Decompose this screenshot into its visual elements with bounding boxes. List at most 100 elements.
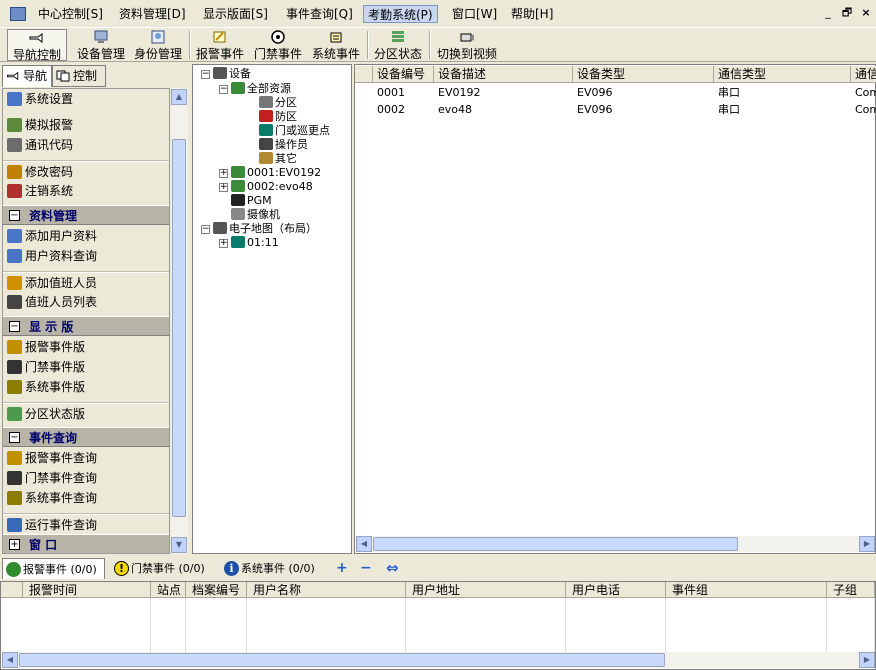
- table-row[interactable]: 0001 EV0192 EV096 串口 Com: [355, 84, 876, 101]
- device-grid-hscrollbar[interactable]: ◀ ▶: [356, 536, 875, 552]
- nav-scrollbar[interactable]: ▲ ▼: [171, 88, 188, 554]
- nav-item-2[interactable]: 通讯代码: [3, 135, 169, 155]
- nav-item-16[interactable]: 报警事件查询: [3, 448, 169, 468]
- collapse-icon[interactable]: −: [201, 225, 210, 234]
- alarm-event-button[interactable]: 报警事件: [193, 29, 247, 61]
- nav-item-6[interactable]: 添加用户资料: [3, 226, 169, 246]
- menu-help[interactable]: 帮助[H]: [507, 5, 557, 23]
- expand-icon[interactable]: +: [219, 183, 228, 192]
- expand-icon[interactable]: +: [9, 539, 20, 550]
- run-query-icon: [7, 518, 22, 532]
- nav-label: 系统事件查询: [25, 491, 98, 505]
- column-header[interactable]: 报警时间: [23, 582, 151, 598]
- collapse-icon[interactable]: −: [9, 432, 20, 443]
- column-header[interactable]: 设备编号: [373, 66, 434, 83]
- tree-node[interactable]: 分区: [259, 96, 297, 110]
- tab-system-events[interactable]: i 系统事件 (0/0): [221, 558, 325, 579]
- nav-item-18[interactable]: 系统事件查询: [3, 488, 169, 508]
- collapse-icon[interactable]: −: [201, 70, 210, 79]
- nav-group-10[interactable]: − 显 示 版: [3, 316, 169, 336]
- collapse-icon[interactable]: −: [219, 85, 228, 94]
- nav-item-19[interactable]: 运行事件查询: [3, 514, 169, 534]
- column-header[interactable]: 站点: [151, 582, 186, 598]
- switch-to-video-button[interactable]: 切换到视频: [434, 29, 500, 61]
- scroll-left-arrow-icon[interactable]: ◀: [356, 536, 372, 552]
- column-header[interactable]: 用户电话: [566, 582, 666, 598]
- nav-item-11[interactable]: 报警事件版: [3, 337, 169, 357]
- tree-node[interactable]: 门或巡更点: [259, 124, 330, 138]
- nav-item-12[interactable]: 门禁事件版: [3, 357, 169, 377]
- add-button[interactable]: +: [336, 560, 348, 576]
- tree-node[interactable]: 0002:evo48: [231, 180, 313, 194]
- identity-management-button[interactable]: 身份管理: [131, 29, 185, 61]
- scroll-left-arrow-icon[interactable]: ◀: [2, 652, 18, 668]
- swap-button[interactable]: ⇔: [386, 559, 399, 577]
- nav-group-20[interactable]: + 窗 口: [3, 534, 169, 553]
- app-icon[interactable]: [10, 7, 26, 21]
- minimize-button[interactable]: _: [822, 6, 834, 20]
- nav-group-5[interactable]: − 资料管理: [3, 205, 169, 225]
- column-header[interactable]: 设备类型: [573, 66, 714, 83]
- event-grid-hscrollbar[interactable]: ◀ ▶: [2, 652, 875, 668]
- device-grid-scroll-thumb[interactable]: [373, 537, 738, 551]
- scroll-up-arrow-icon[interactable]: ▲: [171, 89, 187, 105]
- tree-node[interactable]: 01:11: [231, 236, 279, 250]
- tree-node[interactable]: 全部资源: [231, 82, 291, 96]
- menu-data-management[interactable]: 资料管理[D]: [115, 5, 190, 23]
- column-header[interactable]: 设备描述: [434, 66, 573, 83]
- nav-item-0[interactable]: 系统设置: [3, 89, 169, 109]
- nav-item-4[interactable]: 注销系统: [3, 181, 169, 201]
- tab-control[interactable]: 控制: [52, 65, 106, 87]
- nav-item-17[interactable]: 门禁事件查询: [3, 468, 169, 488]
- device-management-button[interactable]: 设备管理: [74, 29, 128, 61]
- column-header[interactable]: 子组: [827, 582, 875, 598]
- nav-item-13[interactable]: 系统事件版: [3, 377, 169, 397]
- nav-item-9[interactable]: 值班人员列表: [3, 292, 169, 312]
- menu-event-query[interactable]: 事件查询[Q]: [282, 5, 357, 23]
- menu-window[interactable]: 窗口[W]: [448, 5, 501, 23]
- tree-node[interactable]: 设备: [213, 67, 251, 81]
- tree-node[interactable]: 防区: [259, 110, 297, 124]
- remove-button[interactable]: −: [360, 560, 372, 576]
- zone-status-button[interactable]: 分区状态: [371, 29, 425, 61]
- tab-door-events[interactable]: ! 门禁事件 (0/0): [111, 558, 215, 579]
- menu-display-layout[interactable]: 显示版面[S]: [199, 5, 272, 23]
- column-header[interactable]: 通信类型: [714, 66, 851, 83]
- event-grid-scroll-thumb[interactable]: [19, 653, 665, 667]
- nav-scroll-thumb[interactable]: [172, 139, 186, 517]
- collapse-icon[interactable]: −: [9, 210, 20, 221]
- door-event-button[interactable]: 门禁事件: [251, 29, 305, 61]
- tree-node[interactable]: 电子地图（布局）: [213, 222, 317, 236]
- expand-icon[interactable]: +: [219, 169, 228, 178]
- nav-group-15[interactable]: − 事件查询: [3, 427, 169, 447]
- scroll-right-arrow-icon[interactable]: ▶: [859, 536, 875, 552]
- tree-node[interactable]: 其它: [259, 152, 297, 166]
- menu-attendance[interactable]: 考勤系统(P): [363, 5, 438, 23]
- scroll-right-arrow-icon[interactable]: ▶: [859, 652, 875, 668]
- column-header[interactable]: 用户名称: [247, 582, 406, 598]
- system-event-button[interactable]: 系统事件: [309, 29, 363, 61]
- nav-item-3[interactable]: 修改密码: [3, 161, 169, 181]
- nav-item-8[interactable]: 添加值班人员: [3, 272, 169, 292]
- nav-item-1[interactable]: 模拟报警: [3, 115, 169, 135]
- column-header[interactable]: 事件组: [666, 582, 827, 598]
- restore-button[interactable]: 🗗: [841, 6, 853, 20]
- column-header[interactable]: 用户地址: [406, 582, 566, 598]
- nav-item-7[interactable]: 用户资料查询: [3, 246, 169, 266]
- nav-control-button[interactable]: 导航控制: [7, 29, 67, 62]
- collapse-icon[interactable]: −: [9, 321, 20, 332]
- tree-node[interactable]: 0001:EV0192: [231, 166, 321, 180]
- menu-center-control[interactable]: 中心控制[S]: [34, 5, 107, 23]
- scroll-down-arrow-icon[interactable]: ▼: [171, 537, 187, 553]
- tree-node[interactable]: 摄像机: [231, 208, 280, 222]
- tree-node[interactable]: 操作员: [259, 138, 308, 152]
- tab-navigation[interactable]: 导航: [2, 65, 52, 87]
- expand-icon[interactable]: +: [219, 239, 228, 248]
- column-header[interactable]: 通信: [851, 66, 876, 83]
- tree-node[interactable]: PGM: [231, 194, 272, 208]
- tab-alarm-events[interactable]: 报警事件 (0/0): [2, 558, 105, 579]
- close-button[interactable]: ×: [860, 6, 872, 20]
- column-header[interactable]: 档案编号: [186, 582, 247, 598]
- table-row[interactable]: 0002 evo48 EV096 串口 Com: [355, 101, 876, 118]
- nav-item-14[interactable]: 分区状态版: [3, 403, 169, 423]
